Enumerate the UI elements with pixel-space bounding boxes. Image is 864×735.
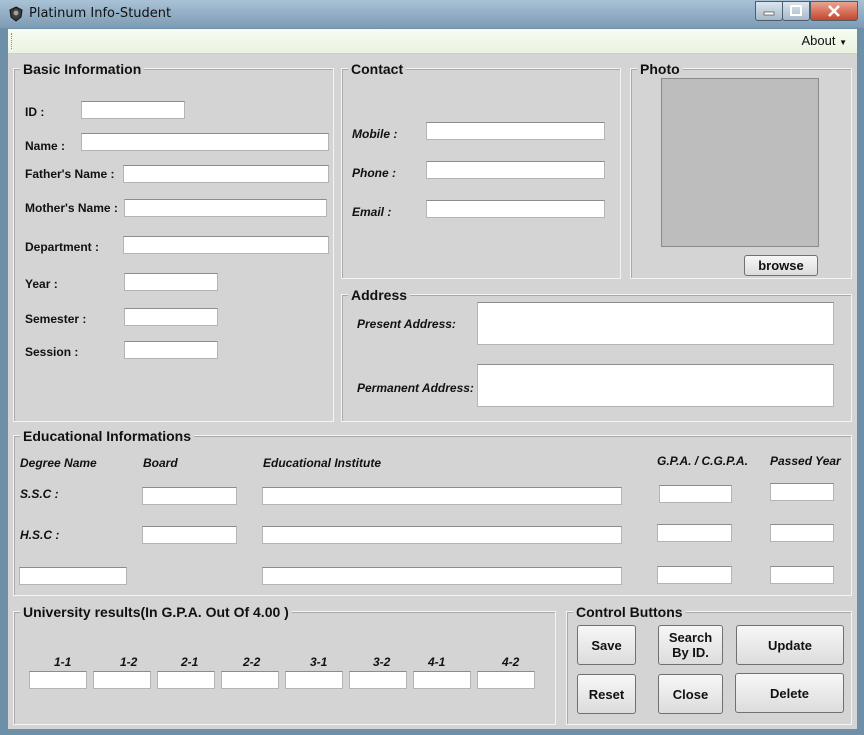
menu-about[interactable]: About ▼ bbox=[801, 33, 847, 48]
term-label: 1-2 bbox=[120, 655, 138, 669]
term-label: 2-2 bbox=[243, 655, 261, 669]
title-bar[interactable]: Platinum Info-Student bbox=[0, 0, 864, 28]
phone-input[interactable] bbox=[426, 161, 605, 179]
semester-input[interactable] bbox=[124, 308, 218, 326]
other-degree-input[interactable] bbox=[19, 567, 127, 585]
email-input[interactable] bbox=[426, 200, 605, 218]
close-button[interactable]: Close bbox=[658, 674, 723, 714]
term-gpa-input[interactable] bbox=[349, 671, 407, 689]
education-title: Educational Informations bbox=[20, 428, 195, 444]
ssc-institute-input[interactable] bbox=[262, 487, 622, 505]
chevron-down-icon: ▼ bbox=[839, 38, 847, 47]
photo-group: Photo browse bbox=[630, 61, 852, 279]
menu-bar: About ▼ bbox=[8, 29, 857, 54]
name-input[interactable] bbox=[81, 133, 329, 151]
other-gpa-input[interactable] bbox=[657, 566, 732, 584]
name-label: Name : bbox=[25, 139, 66, 153]
app-icon bbox=[9, 6, 23, 22]
other-year-input[interactable] bbox=[770, 566, 834, 584]
term-gpa-input[interactable] bbox=[93, 671, 151, 689]
contact-group: Contact Mobile : Phone : Email : bbox=[341, 61, 621, 279]
contact-title: Contact bbox=[348, 61, 407, 77]
menu-about-label: About bbox=[801, 33, 836, 48]
minimize-button[interactable] bbox=[755, 1, 783, 21]
ssc-gpa-input[interactable] bbox=[659, 485, 732, 503]
hsc-label: H.S.C : bbox=[20, 528, 60, 542]
present-address-input[interactable] bbox=[477, 302, 834, 345]
term-gpa-input[interactable] bbox=[413, 671, 471, 689]
control-buttons-group: Control Buttons Save Search By ID. Updat… bbox=[566, 604, 852, 725]
form-client-area: About ▼ Basic Information ID : Name : Fa… bbox=[8, 29, 857, 729]
passed-year-header: Passed Year bbox=[770, 454, 841, 468]
phone-label: Phone : bbox=[352, 166, 396, 180]
institute-header: Educational Institute bbox=[263, 456, 382, 470]
ssc-label: S.S.C : bbox=[20, 487, 59, 501]
father-name-input[interactable] bbox=[123, 165, 329, 183]
university-results-title: University results(In G.P.A. Out Of 4.00… bbox=[20, 604, 292, 620]
email-label: Email : bbox=[352, 205, 392, 219]
mother-name-label: Mother's Name : bbox=[25, 201, 118, 215]
ssc-year-input[interactable] bbox=[770, 483, 834, 501]
close-window-button[interactable] bbox=[810, 1, 858, 21]
other-institute-input[interactable] bbox=[262, 567, 622, 585]
permanent-address-label: Permanent Address: bbox=[357, 381, 474, 395]
department-input[interactable] bbox=[123, 236, 329, 254]
year-input[interactable] bbox=[124, 273, 218, 291]
term-gpa-input[interactable] bbox=[221, 671, 279, 689]
basic-info-title: Basic Information bbox=[20, 61, 145, 77]
id-input[interactable] bbox=[81, 101, 185, 119]
education-group: Educational Informations Degree Name Boa… bbox=[13, 428, 852, 596]
window-title: Platinum Info-Student bbox=[29, 6, 172, 21]
degree-name-header: Degree Name bbox=[20, 456, 97, 470]
term-gpa-input[interactable] bbox=[285, 671, 343, 689]
address-title: Address bbox=[348, 287, 411, 303]
term-label: 2-1 bbox=[181, 655, 199, 669]
mobile-label: Mobile : bbox=[352, 127, 398, 141]
term-label: 4-2 bbox=[502, 655, 520, 669]
save-button[interactable]: Save bbox=[577, 625, 636, 665]
hsc-board-input[interactable] bbox=[142, 526, 237, 544]
photo-preview bbox=[661, 78, 819, 247]
term-label: 4-1 bbox=[428, 655, 446, 669]
photo-title: Photo bbox=[637, 61, 683, 77]
semester-label: Semester : bbox=[25, 312, 87, 326]
hsc-gpa-input[interactable] bbox=[657, 524, 732, 542]
mother-name-input[interactable] bbox=[124, 199, 327, 217]
present-address-label: Present Address: bbox=[357, 317, 456, 331]
hsc-year-input[interactable] bbox=[770, 524, 834, 542]
term-gpa-input[interactable] bbox=[157, 671, 215, 689]
browse-button[interactable]: browse bbox=[744, 255, 818, 276]
term-label: 1-1 bbox=[54, 655, 72, 669]
close-icon bbox=[828, 5, 840, 17]
update-button[interactable]: Update bbox=[736, 625, 844, 665]
control-buttons-title: Control Buttons bbox=[573, 604, 686, 620]
app-window: Platinum Info-Student About ▼ Basic Info… bbox=[0, 0, 864, 735]
address-group: Address Present Address: Permanent Addre… bbox=[341, 287, 852, 422]
toolbar-grip[interactable] bbox=[11, 33, 15, 49]
ssc-board-input[interactable] bbox=[142, 487, 237, 505]
search-by-id-button[interactable]: Search By ID. bbox=[658, 625, 723, 665]
year-label: Year : bbox=[25, 277, 58, 291]
reset-button[interactable]: Reset bbox=[577, 674, 636, 714]
father-name-label: Father's Name : bbox=[25, 167, 115, 181]
minimize-icon bbox=[763, 11, 775, 16]
university-results-group: University results(In G.P.A. Out Of 4.00… bbox=[13, 604, 556, 725]
hsc-institute-input[interactable] bbox=[262, 526, 622, 544]
term-label: 3-2 bbox=[373, 655, 391, 669]
mobile-input[interactable] bbox=[426, 122, 605, 140]
term-gpa-input[interactable] bbox=[477, 671, 535, 689]
term-label: 3-1 bbox=[310, 655, 328, 669]
delete-button[interactable]: Delete bbox=[735, 673, 844, 713]
session-input[interactable] bbox=[124, 341, 218, 359]
maximize-icon bbox=[790, 5, 802, 16]
basic-info-group: Basic Information ID : Name : Father's N… bbox=[13, 61, 334, 422]
maximize-button[interactable] bbox=[782, 1, 810, 21]
board-header: Board bbox=[143, 456, 178, 470]
department-label: Department : bbox=[25, 240, 100, 254]
permanent-address-input[interactable] bbox=[477, 364, 834, 407]
session-label: Session : bbox=[25, 345, 79, 359]
gpa-header: G.P.A. / C.G.P.A. bbox=[657, 454, 748, 468]
term-gpa-input[interactable] bbox=[29, 671, 87, 689]
id-label: ID : bbox=[25, 105, 45, 119]
